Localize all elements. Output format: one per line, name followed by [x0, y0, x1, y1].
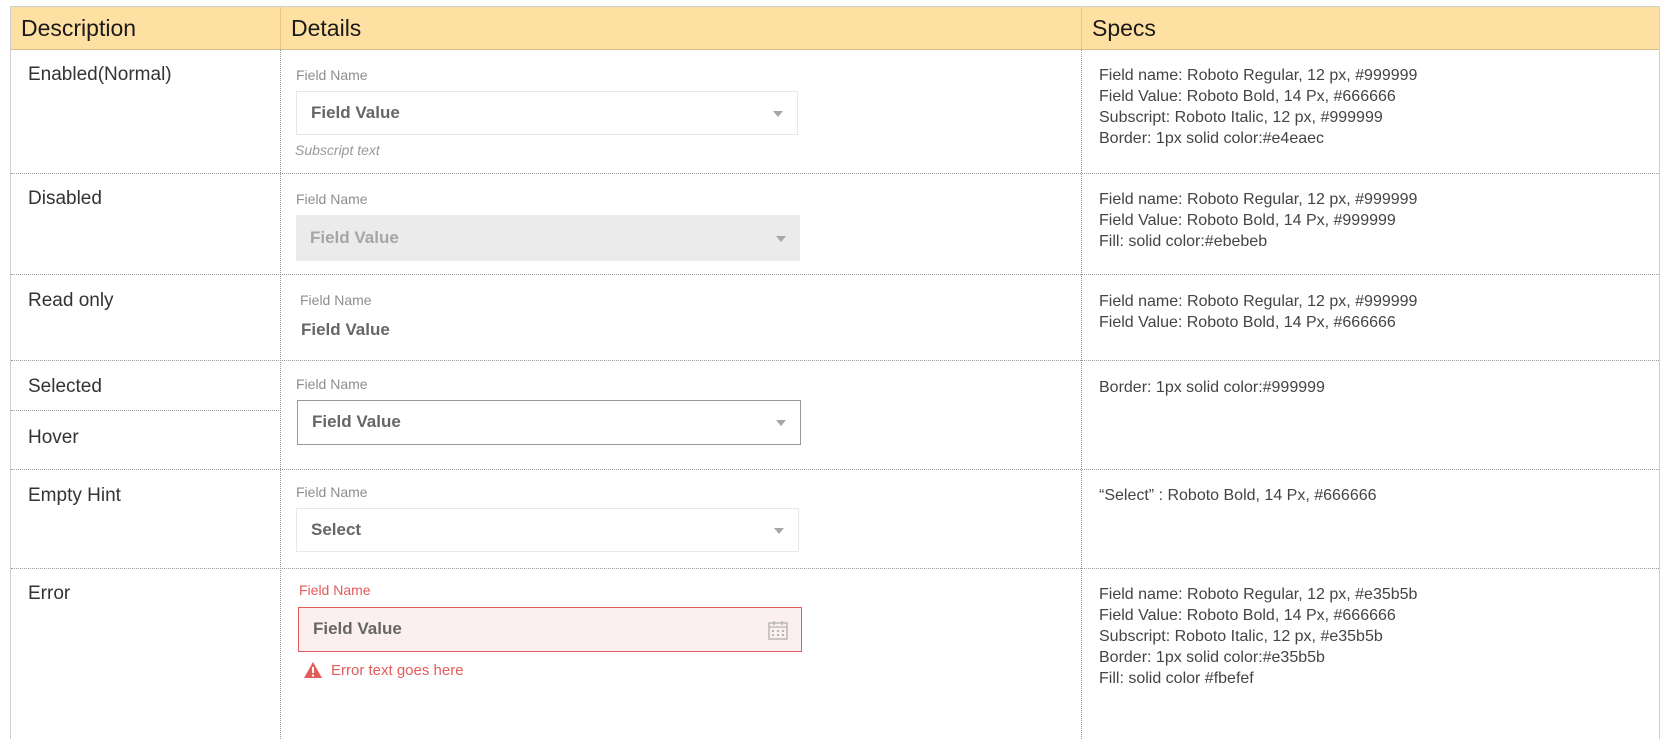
row-label-error: Error: [28, 583, 71, 604]
selected-dropdown[interactable]: Field Value: [297, 400, 801, 445]
dropdown-value: Field Value: [311, 103, 400, 122]
field-name-label: Field Name: [296, 484, 368, 500]
spec-line: Fill: solid color #fbefef: [1099, 670, 1254, 687]
table-header: Description Details Specs: [11, 7, 1659, 50]
row-divider: [11, 173, 1659, 174]
column-divider: [280, 49, 281, 739]
spec-line: “Select” : Roboto Bold, 14 Px, #666666: [1099, 487, 1377, 504]
column-divider: [1081, 49, 1082, 739]
row-label-selected: Selected: [28, 376, 102, 397]
header-specs: Specs: [1092, 15, 1156, 41]
specs-error: Field name: Roboto Regular, 12 px, #e35b…: [1099, 584, 1417, 689]
specs-empty-hint: “Select” : Roboto Bold, 14 Px, #666666: [1099, 485, 1377, 506]
spec-line: Field name: Roboto Regular, 12 px, #9999…: [1099, 191, 1418, 208]
error-text: Error text goes here: [331, 662, 464, 679]
row-label-enabled: Enabled(Normal): [28, 64, 172, 85]
field-name-label: Field Name: [299, 582, 371, 598]
spec-line: Field Value: Roboto Bold, 14 Px, #666666: [1099, 88, 1396, 105]
spec-line: Field name: Roboto Regular, 12 px, #9999…: [1099, 293, 1418, 310]
chevron-down-icon: [776, 420, 786, 426]
calendar-icon[interactable]: [767, 619, 789, 641]
dropdown-value: Field Value: [312, 412, 401, 431]
dropdown-placeholder: Select: [311, 520, 362, 539]
disabled-dropdown: Field Value: [296, 215, 800, 261]
spec-line: Subscript: Roboto Italic, 12 px, #999999: [1099, 109, 1383, 126]
spec-line: Field Value: Roboto Bold, 14 Px, #999999: [1099, 212, 1396, 229]
error-date-field[interactable]: Field Value: [298, 607, 802, 652]
row-label-hover: Hover: [28, 427, 79, 448]
spec-line: Fill: solid color:#ebebeb: [1099, 233, 1268, 250]
row-divider: [11, 360, 1659, 361]
row-label-empty-hint: Empty Hint: [28, 485, 121, 506]
chevron-down-icon: [776, 236, 786, 242]
row-divider: [11, 274, 1659, 275]
spec-line: Field Value: Roboto Bold, 14 Px, #666666: [1099, 607, 1396, 624]
enabled-dropdown[interactable]: Field Value: [296, 91, 798, 135]
row-label-readonly: Read only: [28, 290, 114, 311]
header-description: Description: [21, 15, 137, 41]
field-states-spec-table: Description Details Specs Enabled(Normal…: [10, 6, 1660, 739]
row-divider: [11, 410, 281, 411]
field-name-label: Field Name: [296, 67, 368, 83]
field-name-label: Field Name: [296, 191, 368, 207]
row-label-disabled: Disabled: [28, 188, 102, 209]
specs-enabled: Field name: Roboto Regular, 12 px, #9999…: [1099, 65, 1417, 149]
header-details: Details: [291, 15, 362, 41]
field-name-label: Field Name: [296, 376, 368, 392]
spec-line: Field name: Roboto Regular, 12 px, #e35b…: [1099, 586, 1418, 603]
specs-readonly: Field name: Roboto Regular, 12 px, #9999…: [1099, 291, 1417, 333]
field-name-label: Field Name: [300, 292, 372, 308]
spec-line: Field name: Roboto Regular, 12 px, #9999…: [1099, 67, 1418, 84]
subscript-text: Subscript text: [295, 142, 380, 158]
spec-line: Border: 1px solid color:#e4eaec: [1099, 130, 1325, 147]
specs-selected: Border: 1px solid color:#999999: [1099, 377, 1325, 398]
field-value: Field Value: [313, 619, 402, 638]
chevron-down-icon: [773, 111, 783, 117]
empty-hint-dropdown[interactable]: Select: [296, 508, 799, 552]
spec-line: Border: 1px solid color:#999999: [1099, 379, 1325, 396]
chevron-down-icon: [774, 528, 784, 534]
spec-line: Border: 1px solid color:#e35b5b: [1099, 649, 1325, 666]
dropdown-value: Field Value: [310, 228, 399, 247]
specs-disabled: Field name: Roboto Regular, 12 px, #9999…: [1099, 189, 1417, 252]
row-divider: [11, 568, 1659, 569]
readonly-value: Field Value: [301, 320, 390, 339]
warning-icon: [304, 662, 322, 678]
spec-line: Subscript: Roboto Italic, 12 px, #e35b5b: [1099, 628, 1383, 645]
row-divider: [11, 469, 1659, 470]
spec-line: Field Value: Roboto Bold, 14 Px, #666666: [1099, 314, 1396, 331]
